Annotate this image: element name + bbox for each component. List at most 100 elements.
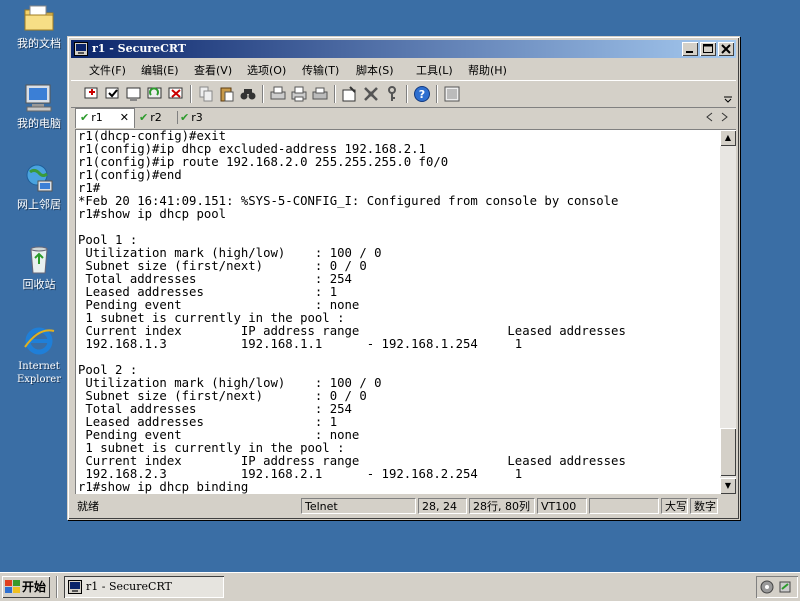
menu-options[interactable]: 选项(O)	[247, 62, 286, 78]
menu-edit[interactable]: 编辑(E)	[141, 62, 179, 78]
terminal-line: r1(config)#end	[78, 168, 182, 182]
global-options-icon[interactable]	[362, 85, 380, 103]
close-button[interactable]	[718, 42, 734, 56]
toolbar-overflow-icon[interactable]	[724, 95, 732, 103]
scroll-thumb[interactable]	[720, 428, 736, 476]
desktop-icon-label: 回收站	[22, 278, 56, 291]
menu-file[interactable]: 文件(F)	[89, 62, 126, 78]
toolbar-separator	[406, 85, 408, 103]
quick-connect-icon[interactable]	[104, 85, 122, 103]
terminal-scrollbar[interactable]: ▲ ▼	[720, 129, 736, 494]
session-options-icon[interactable]	[341, 85, 359, 103]
tray-network-icon[interactable]	[760, 580, 774, 594]
recycle-bin-icon	[30, 246, 48, 274]
status-cursor: 28, 24	[418, 498, 467, 514]
terminal-line: 192.168.1.3 192.168.1.1 - 192.168.1.254 …	[78, 337, 523, 351]
menu-help[interactable]: 帮助(H)	[468, 62, 507, 78]
print-icon[interactable]	[311, 85, 329, 103]
terminal-text: r1(dhcp-config)#exit r1(config)#ip dhcp e…	[76, 130, 721, 494]
desktop-icon-my-documents[interactable]: 我的文档	[6, 2, 72, 50]
session-tab-bar: ✔ r1 ✕ ✔ r2 ✔ r3	[71, 107, 736, 128]
desktop-icon-recycle-bin[interactable]: 回收站	[6, 243, 72, 291]
status-ready: 就绪	[77, 500, 99, 513]
tab-r3[interactable]: ✔ r3	[177, 109, 211, 126]
status-caps: 大写	[661, 498, 688, 514]
tab-close-icon[interactable]: ✕	[120, 109, 129, 126]
desktop-icon-label: Internet Explorer	[16, 361, 62, 385]
securecrt-window: r1 - SecureCRT 文件(F) 编辑(E) 查看(V) 选项(O) 传…	[67, 36, 740, 520]
menu-script[interactable]: 脚本(S)	[356, 62, 394, 78]
minimize-button[interactable]	[682, 42, 698, 56]
tab-scroll-left-icon[interactable]	[706, 112, 714, 122]
find-icon[interactable]	[239, 85, 257, 103]
toolbar-separator	[190, 85, 192, 103]
menu-view[interactable]: 查看(V)	[194, 62, 232, 78]
toolbar: ?	[71, 80, 736, 108]
terminal-line: r1#show ip dhcp pool	[78, 207, 227, 221]
tray-volume-icon[interactable]	[778, 580, 792, 594]
print-selection-icon[interactable]	[290, 85, 308, 103]
sftp-icon[interactable]	[443, 85, 461, 103]
toolbar-separator	[262, 85, 264, 103]
toolbar-separator	[436, 85, 438, 103]
start-button[interactable]: 开始	[2, 576, 50, 598]
connect-tab-icon[interactable]	[125, 85, 143, 103]
scroll-down-button[interactable]: ▼	[720, 478, 736, 494]
folder-icon	[24, 5, 54, 31]
system-tray	[756, 576, 798, 598]
securecrt-app-icon	[74, 42, 88, 56]
desktop-icon-label: 我的文档	[17, 37, 61, 50]
taskbar: 开始 r1 - SecureCRT	[0, 572, 800, 601]
status-size: 28行, 80列	[469, 498, 535, 514]
desktop-icon-internet-explorer[interactable]: Internet Explorer	[6, 325, 72, 386]
internet-explorer-icon	[24, 327, 55, 355]
window-title: r1 - SecureCRT	[92, 42, 186, 55]
svg-text:?: ?	[419, 88, 425, 101]
minimize-icon	[686, 51, 693, 53]
network-icon	[26, 164, 53, 192]
status-bar: 就绪 Telnet 28, 24 28行, 80列 VT100 大写 数字	[71, 496, 736, 516]
copy-icon[interactable]	[197, 85, 215, 103]
status-num: 数字	[690, 498, 718, 514]
computer-icon	[25, 84, 52, 112]
connect-icon[interactable]	[83, 85, 101, 103]
desktop-icon-label: 我的电脑	[17, 117, 61, 130]
help-icon[interactable]: ?	[413, 85, 431, 103]
terminal-output[interactable]: r1(dhcp-config)#exit r1(config)#ip dhcp e…	[75, 129, 721, 494]
scroll-up-button[interactable]: ▲	[720, 130, 736, 146]
status-blank	[589, 498, 659, 514]
tab-scroll-right-icon[interactable]	[720, 112, 728, 122]
connected-check-icon: ✔	[80, 111, 90, 124]
securecrt-app-icon	[68, 580, 82, 594]
start-label: 开始	[22, 580, 47, 594]
menu-bar: 文件(F) 编辑(E) 查看(V) 选项(O) 传输(T) 脚本(S) 工具(L…	[71, 59, 736, 79]
desktop-icon-network[interactable]: 网上邻居	[6, 163, 72, 211]
toolbar-separator	[334, 85, 336, 103]
maximize-icon	[703, 44, 713, 53]
title-bar[interactable]: r1 - SecureCRT	[71, 40, 736, 58]
connected-check-icon: ✔	[177, 111, 190, 124]
status-emulation: VT100	[537, 498, 587, 514]
terminal-line: r1#show ip dhcp binding	[78, 480, 249, 494]
status-protocol: Telnet	[301, 498, 416, 514]
print-setup-icon[interactable]	[269, 85, 287, 103]
taskbar-separator	[56, 576, 58, 598]
tab-label: r1	[91, 111, 103, 124]
paste-icon[interactable]	[218, 85, 236, 103]
windows-logo-icon	[5, 580, 20, 593]
tab-r1[interactable]: ✔ r1 ✕	[75, 108, 135, 128]
close-icon	[721, 44, 731, 54]
disconnect-icon[interactable]	[167, 85, 185, 103]
tab-r2[interactable]: ✔ r2	[139, 109, 173, 126]
key-icon[interactable]	[383, 85, 401, 103]
taskbar-item-label: r1 - SecureCRT	[86, 580, 172, 593]
menu-transfer[interactable]: 传输(T)	[302, 62, 339, 78]
taskbar-item-securecrt[interactable]: r1 - SecureCRT	[64, 576, 224, 598]
tab-label: r3	[191, 111, 203, 124]
desktop-icon-my-computer[interactable]: 我的电脑	[6, 82, 72, 130]
reconnect-icon[interactable]	[146, 85, 164, 103]
menu-tools[interactable]: 工具(L)	[416, 62, 453, 78]
maximize-button[interactable]	[700, 42, 716, 56]
